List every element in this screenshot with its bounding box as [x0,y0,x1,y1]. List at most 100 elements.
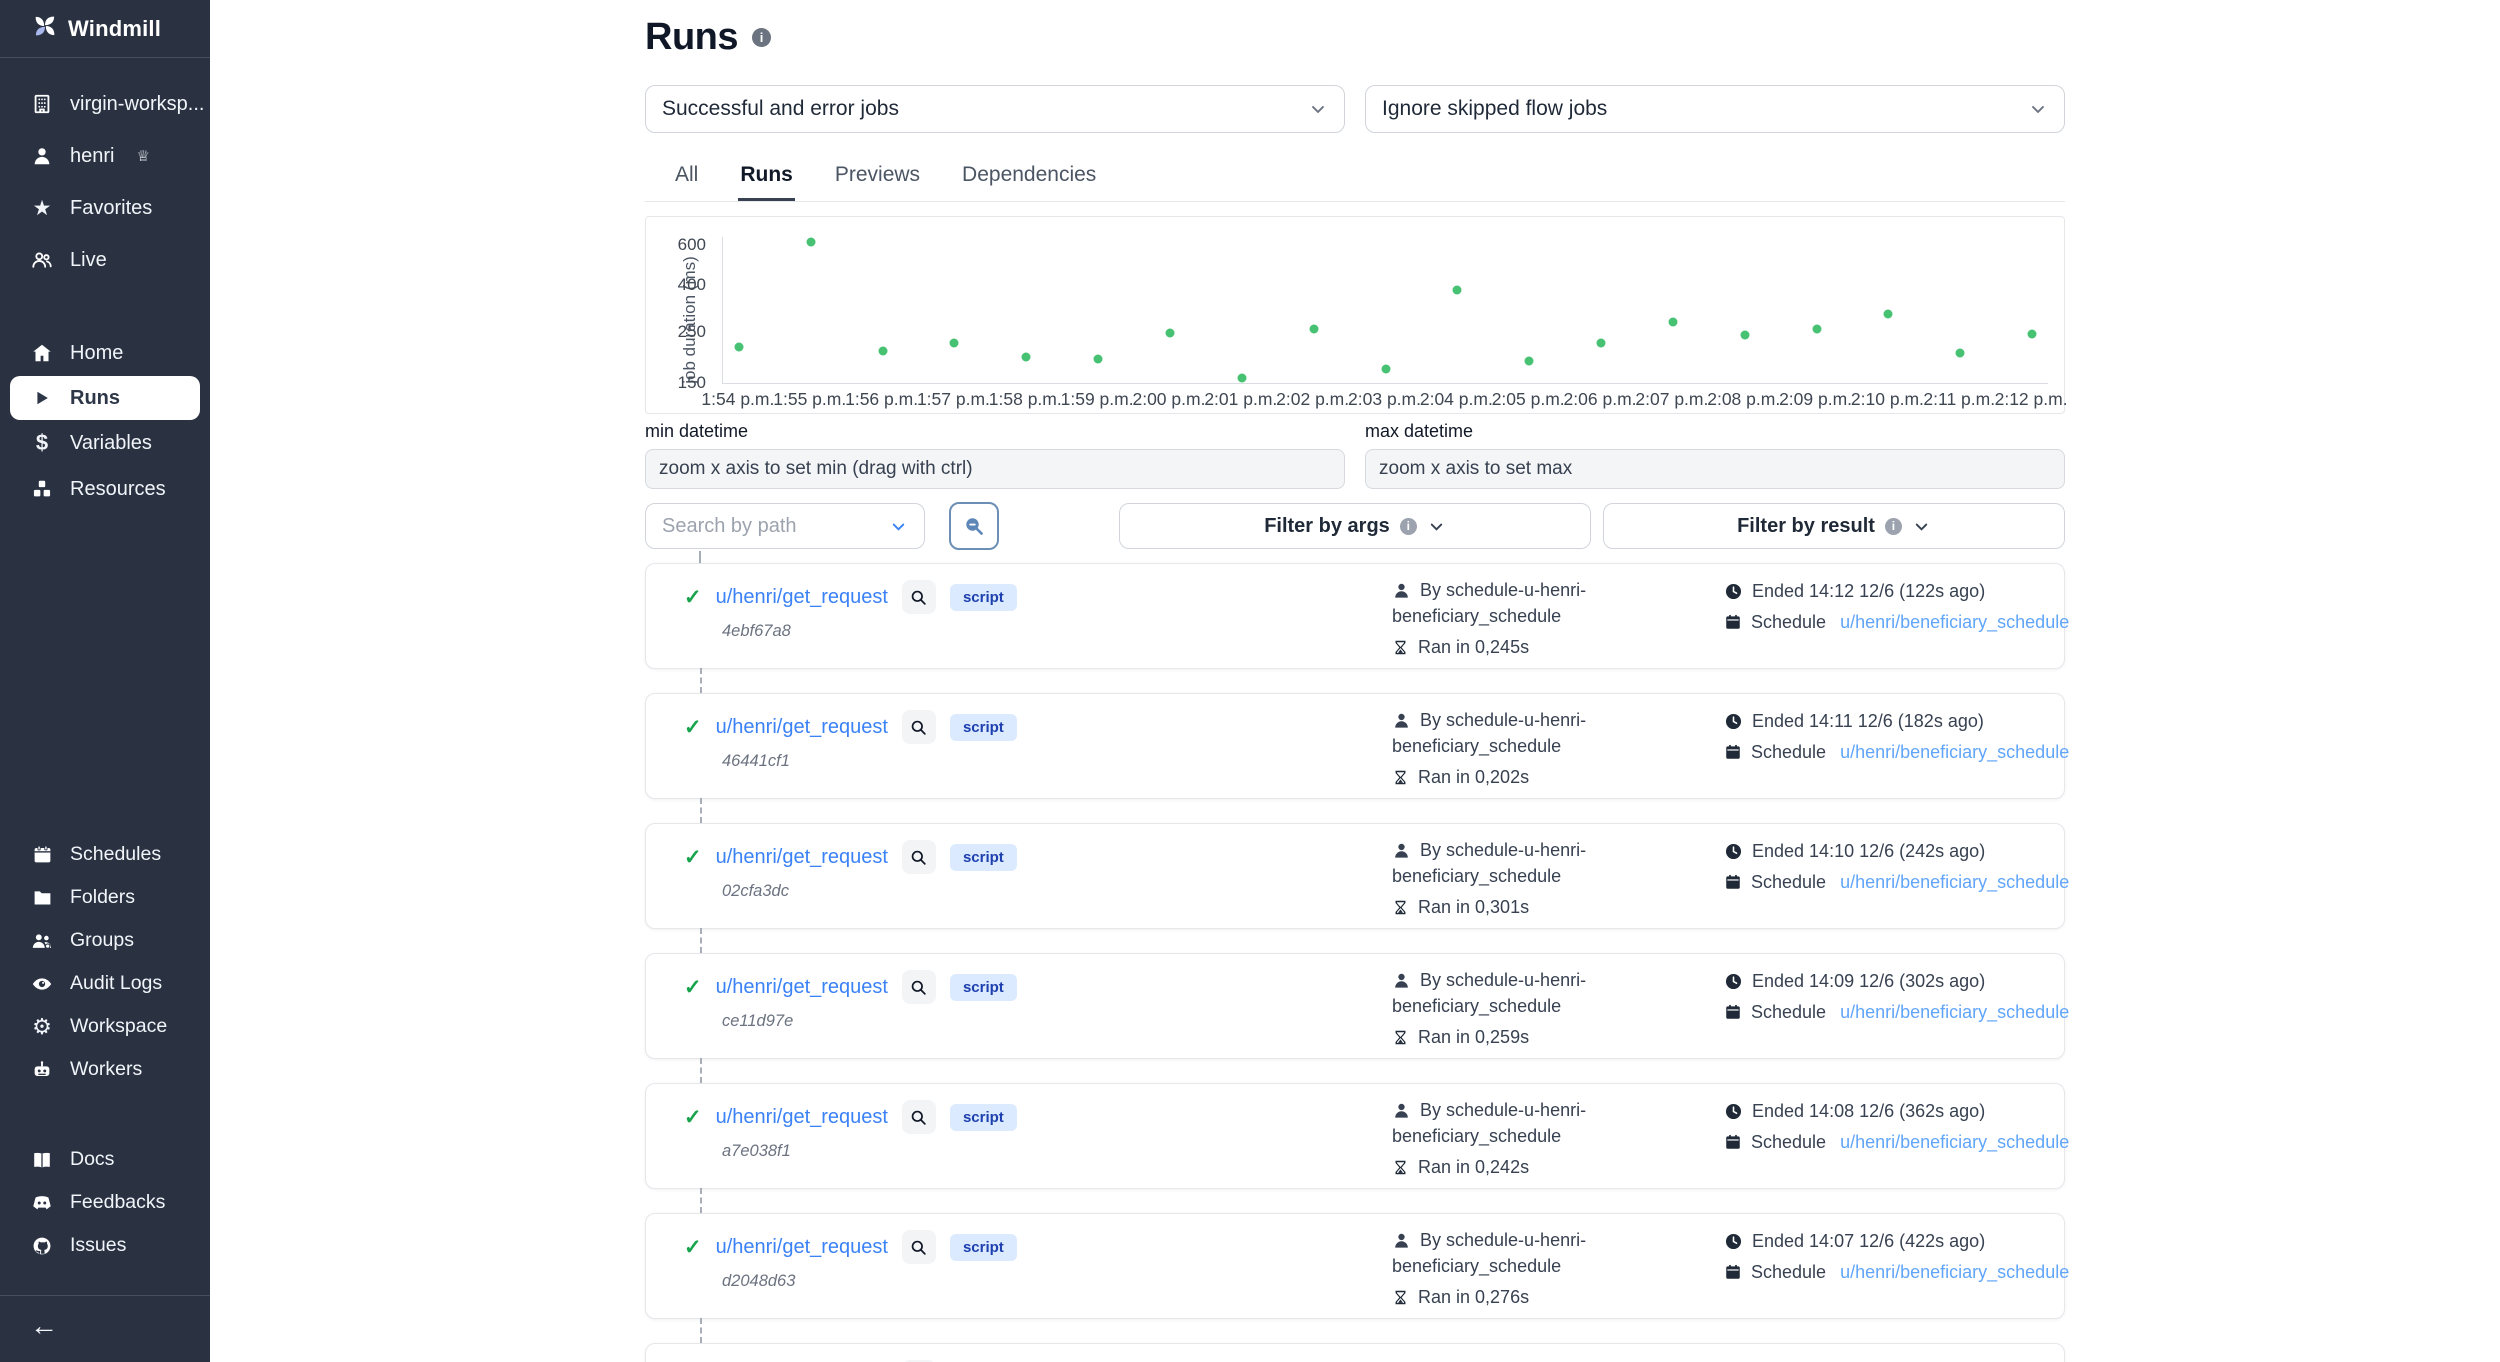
sidebar-item-favorites[interactable]: ★ Favorites [0,182,210,234]
chart-data-point[interactable] [1165,329,1174,338]
run-row[interactable]: ✓ u/henri/get_request script 46441cf1 By… [645,693,2065,799]
run-triggered-by: By schedule-u-henri- [1420,707,1586,733]
chart-data-point[interactable] [1668,318,1677,327]
inspect-run-button[interactable] [902,1230,936,1264]
inspect-run-button[interactable] [902,580,936,614]
success-check-icon: ✓ [684,847,702,868]
tab-previews[interactable]: Previews [833,155,922,201]
sidebar-item-issues[interactable]: Issues [0,1224,210,1267]
chart-data-point[interactable] [950,338,959,347]
run-schedule-link[interactable]: u/henri/beneficiary_schedule [1840,1259,2069,1285]
filter-by-result-button[interactable]: Filter by result i [1603,503,2065,549]
run-path-link[interactable]: u/henri/get_request [716,586,888,609]
sidebar-item-home[interactable]: Home [0,330,210,376]
run-path-link[interactable]: u/henri/get_request [716,1106,888,1129]
sidebar-item-schedules[interactable]: Schedules [0,833,210,876]
run-row[interactable]: ✓ u/henri/get_request script 02cfa3dc By… [645,823,2065,929]
chevron-down-icon [889,517,908,536]
run-row[interactable]: ✓ u/henri/get_request script By schedule… [645,1343,2065,1362]
inspect-run-button[interactable] [902,840,936,874]
collapse-sidebar-button[interactable]: ← [30,1310,58,1341]
chart-data-point[interactable] [1884,309,1893,318]
chart-data-point[interactable] [1022,352,1031,361]
sidebar-item-workspace-switcher[interactable]: virgin-worksp... [0,78,210,130]
run-triggered-by-line2: beneficiary_schedule [1392,603,1586,629]
book-icon [30,1149,54,1171]
chart-x-tick: 2:10 p.m. [1851,389,1924,410]
chart-x-tick: 2:00 p.m. [1132,389,1205,410]
chart-data-point[interactable] [1956,349,1965,358]
sidebar-item-workers[interactable]: Workers [0,1048,210,1091]
run-path-link[interactable]: u/henri/get_request [716,1236,888,1259]
sidebar-item-runs[interactable]: Runs [10,376,200,420]
sidebar-item-live[interactable]: Live [0,234,210,286]
sidebar-item-workspace[interactable]: ⚙ Workspace [0,1005,210,1048]
sidebar-item-docs[interactable]: Docs [0,1138,210,1181]
chart-data-point[interactable] [1812,324,1821,333]
title-info-icon[interactable]: i [752,28,771,47]
chart-plot[interactable] [722,237,2048,384]
job-duration-chart[interactable]: job duration (ms) 600400250150 1:54 p.m.… [645,216,2065,414]
sidebar-item-resources[interactable]: Resources [0,466,210,512]
hourglass-icon [1392,768,1409,787]
inspect-run-button[interactable] [902,970,936,1004]
run-schedule-link[interactable]: u/henri/beneficiary_schedule [1840,999,2069,1025]
max-datetime-input[interactable] [1365,449,2065,489]
workspace-label: Workspace [70,1015,167,1038]
chart-x-tick: 2:07 p.m. [1635,389,1708,410]
sidebar: Windmill virgin-worksp... henri ♕ [0,0,210,1362]
run-row[interactable]: ✓ u/henri/get_request script d2048d63 By… [645,1213,2065,1319]
inspect-run-button[interactable] [902,1100,936,1134]
run-path-link[interactable]: u/henri/get_request [716,716,888,739]
run-schedule-link[interactable]: u/henri/beneficiary_schedule [1840,739,2069,765]
docs-label: Docs [70,1148,114,1171]
zoom-out-button[interactable] [949,502,999,550]
run-row[interactable]: ✓ u/henri/get_request script a7e038f1 By… [645,1083,2065,1189]
tab-dependencies[interactable]: Dependencies [960,155,1098,201]
inspect-run-button[interactable] [902,710,936,744]
run-schedule-label: Schedule [1751,609,1826,635]
run-path-link[interactable]: u/henri/get_request [716,846,888,869]
job-status-select[interactable]: Successful and error jobs [645,85,1345,133]
brand[interactable]: Windmill [0,0,210,58]
run-row[interactable]: ✓ u/henri/get_request script ce11d97e By… [645,953,2065,1059]
chart-data-point[interactable] [734,343,743,352]
chart-data-point[interactable] [1525,357,1534,366]
hourglass-icon [1392,1028,1409,1047]
sidebar-item-variables[interactable]: $ Variables [0,420,210,466]
sidebar-item-feedbacks[interactable]: Feedbacks [0,1181,210,1224]
run-schedule-link[interactable]: u/henri/beneficiary_schedule [1840,869,2069,895]
filter-by-args-button[interactable]: Filter by args i [1119,503,1591,549]
run-schedule-label: Schedule [1751,869,1826,895]
chart-data-point[interactable] [2028,330,2037,339]
chart-data-point[interactable] [1309,325,1318,334]
run-path-link[interactable]: u/henri/get_request [716,976,888,999]
chart-data-point[interactable] [1740,331,1749,340]
tab-all[interactable]: All [673,155,700,201]
chart-data-point[interactable] [1237,373,1246,382]
chart-data-point[interactable] [1381,365,1390,374]
chart-data-point[interactable] [1597,338,1606,347]
success-check-icon: ✓ [684,977,702,998]
hourglass-icon [1392,1288,1409,1307]
min-datetime-input[interactable] [645,449,1345,489]
script-badge: script [950,584,1017,611]
search-by-path-select[interactable]: Search by path [645,503,925,549]
user-icon [1392,711,1411,730]
chart-data-point[interactable] [806,237,815,246]
chart-data-point[interactable] [878,346,887,355]
run-row[interactable]: ✓ u/henri/get_request script 4ebf67a8 By… [645,563,2065,669]
chart-data-point[interactable] [1453,286,1462,295]
tab-runs[interactable]: Runs [738,155,795,201]
skipped-jobs-select[interactable]: Ignore skipped flow jobs [1365,85,2065,133]
sidebar-item-groups[interactable]: Groups [0,919,210,962]
run-schedule-link[interactable]: u/henri/beneficiary_schedule [1840,1129,2069,1155]
user-icon [1392,581,1411,600]
sidebar-item-folders[interactable]: Folders [0,876,210,919]
run-schedule-link[interactable]: u/henri/beneficiary_schedule [1840,609,2069,635]
sidebar-item-user[interactable]: henri ♕ [0,130,210,182]
run-ended-at: Ended 14:10 12/6 (242s ago) [1752,838,1985,864]
dollar-icon: $ [30,432,54,454]
sidebar-item-audit-logs[interactable]: Audit Logs [0,962,210,1005]
chart-data-point[interactable] [1094,355,1103,364]
